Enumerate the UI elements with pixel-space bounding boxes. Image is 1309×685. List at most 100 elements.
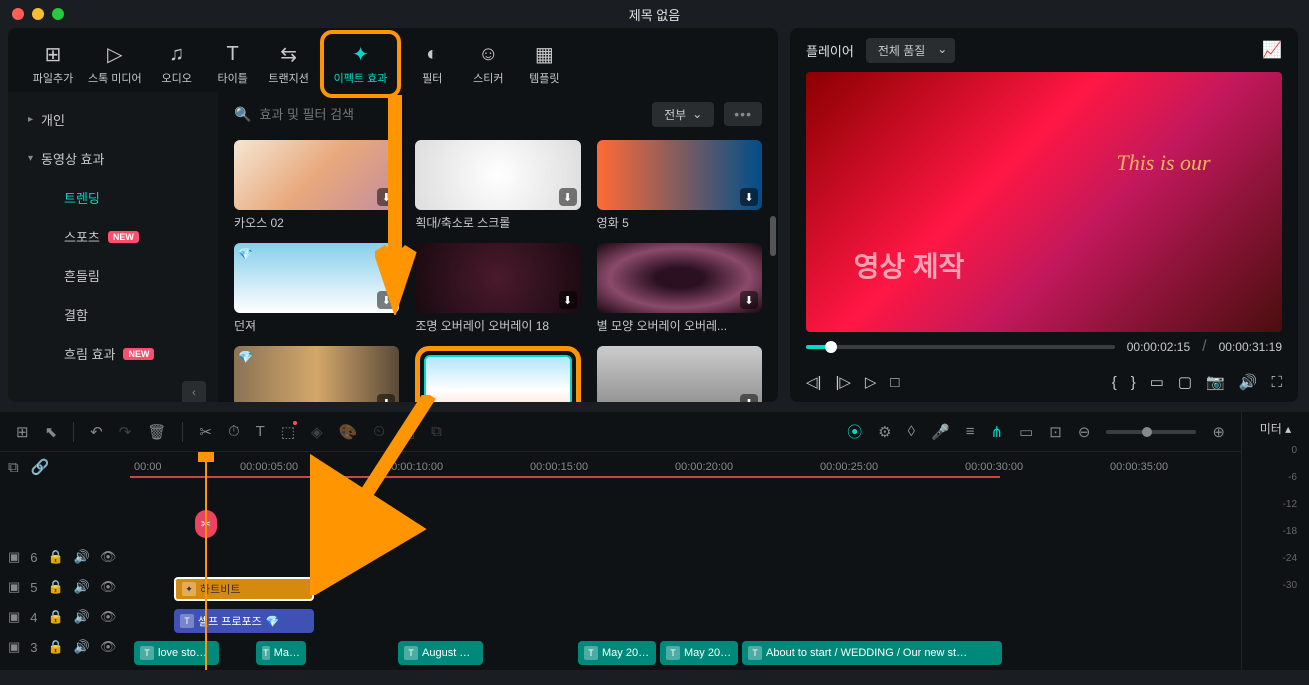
sidebar-item-shake[interactable]: 흔들림 <box>8 256 218 295</box>
video-preview[interactable]: This is our 영상 제작 <box>806 72 1282 332</box>
download-icon[interactable]: ⬇ <box>740 188 758 206</box>
effect-card[interactable]: ⬇ 영화 5 <box>597 140 762 231</box>
mute-icon[interactable]: 🔊 <box>74 579 90 595</box>
progress-bar[interactable] <box>806 345 1115 349</box>
crop-button[interactable]: ⬚ <box>281 423 295 441</box>
download-icon[interactable]: ⬇ <box>377 188 395 206</box>
mute-icon[interactable]: 🔊 <box>74 639 90 655</box>
mute-icon[interactable]: 🔊 <box>74 549 90 565</box>
link-icon[interactable]: 🔗 <box>31 458 50 476</box>
color-button[interactable]: ◈ <box>311 423 323 441</box>
layers-icon[interactable]: ⧉ <box>8 459 19 476</box>
more-button[interactable]: ••• <box>724 102 762 126</box>
frame-button[interactable]: ▣ <box>401 423 415 441</box>
clip[interactable]: TAugust … <box>398 641 483 665</box>
zoom-in-button[interactable]: ⊕ <box>1212 423 1225 441</box>
play-button[interactable]: ▷ <box>865 373 877 391</box>
timeline-ruler[interactable]: 00:00 00:00:05:00 00:00:10:00 00:00:15:0… <box>130 452 1241 482</box>
lock-icon[interactable]: 🔒 <box>48 639 64 655</box>
clip[interactable]: TMa… <box>256 641 306 665</box>
download-icon[interactable]: ⬇ <box>559 188 577 206</box>
monitor-button[interactable]: ▭ <box>1019 423 1033 441</box>
search-input[interactable] <box>259 107 642 122</box>
scrollbar-thumb[interactable] <box>770 216 776 256</box>
tab-audio[interactable]: ♫ 오디오 <box>152 36 202 92</box>
redo-button[interactable]: ↷ <box>119 423 132 441</box>
fit-button[interactable]: ⊡ <box>1049 423 1062 441</box>
tab-filters[interactable]: ◐ 필터 <box>407 36 457 92</box>
mic-button[interactable]: 🎤 <box>931 423 950 441</box>
playhead-head[interactable] <box>198 452 214 462</box>
clip[interactable]: TMay 20… <box>578 641 656 665</box>
effect-card[interactable]: ⬇ 수평 열기 <box>597 346 762 402</box>
eye-icon[interactable]: 👁 <box>100 639 117 655</box>
tab-titles[interactable]: T 타이틀 <box>208 36 258 92</box>
tab-templates[interactable]: ▦ 템플릿 <box>519 36 569 92</box>
effect-card[interactable]: ⬇ 별 모양 오버레이 오버레... <box>597 243 762 334</box>
group-button[interactable]: ⧉ <box>431 423 442 440</box>
filter-dropdown[interactable]: 전부 ⌄ <box>652 102 714 127</box>
marker-button[interactable]: ◊ <box>908 423 915 440</box>
lock-icon[interactable]: 🔒 <box>48 549 64 565</box>
zoom-slider[interactable] <box>1106 430 1196 434</box>
track-row[interactable]: ✦ 하트비트 <box>130 574 1241 604</box>
minimize-window-button[interactable] <box>32 8 44 20</box>
mute-icon[interactable]: 🔊 <box>74 609 90 625</box>
sidebar-item-blur[interactable]: 흐림 효과 NEW <box>8 334 218 373</box>
sidebar-item-glitch[interactable]: 결함 <box>8 295 218 334</box>
prev-frame-button[interactable]: ◁| <box>806 373 821 391</box>
eye-icon[interactable]: 👁 <box>100 609 117 625</box>
clip[interactable]: TMay 20… <box>660 641 738 665</box>
adjust-button[interactable]: ⚙ <box>878 423 891 441</box>
eye-icon[interactable]: 👁 <box>100 549 117 565</box>
cursor-icon[interactable]: ⬉ <box>45 423 58 441</box>
speed-button[interactable]: ⏱ <box>228 423 240 440</box>
snapshot-icon[interactable]: 📷 <box>1206 373 1225 391</box>
zoom-out-button[interactable]: ⊖ <box>1078 423 1091 441</box>
brace-open-icon[interactable]: { <box>1112 374 1117 391</box>
clip[interactable]: TAbout to start / WEDDING / Our new st… <box>742 641 1002 665</box>
eye-icon[interactable]: 👁 <box>100 579 117 595</box>
effect-card[interactable]: ⬇ 카오스 02 <box>234 140 399 231</box>
next-frame-button[interactable]: |▷ <box>835 373 850 391</box>
progress-handle[interactable] <box>825 341 837 353</box>
ai-button[interactable]: ⦿ <box>847 421 862 442</box>
effect-card[interactable]: ⬇ 획대/축소로 스크롤 <box>415 140 580 231</box>
download-icon[interactable]: ⬇ <box>740 291 758 309</box>
palette-button[interactable]: 🎨 <box>339 423 358 441</box>
meter-label[interactable]: 미터 ▴ <box>1250 420 1301 437</box>
timer-button[interactable]: ⏲ <box>373 423 385 440</box>
cut-button[interactable]: ✂ <box>199 423 212 441</box>
quality-dropdown[interactable]: 전체 품질 <box>866 38 956 63</box>
sidebar-item-sports[interactable]: 스포츠 NEW <box>8 217 218 256</box>
stop-button[interactable]: □ <box>890 374 899 391</box>
maximize-window-button[interactable] <box>52 8 64 20</box>
tab-stock-media[interactable]: ▷ 스톡 미디어 <box>84 36 146 92</box>
effect-card[interactable]: ⬇ 조명 오버레이 오버레이 18 <box>415 243 580 334</box>
delete-button[interactable]: 🗑 <box>147 423 166 441</box>
compare-icon[interactable]: ▢ <box>1178 373 1192 391</box>
track-row[interactable] <box>130 542 1241 572</box>
sidebar-item-trending[interactable]: 트렌딩 <box>8 178 218 217</box>
lock-icon[interactable]: 🔒 <box>48 609 64 625</box>
clip-self-propose[interactable]: T 셀프 프로포즈 💎 <box>174 609 314 633</box>
volume-icon[interactable]: 🔊 <box>1239 373 1258 391</box>
track-row[interactable]: T 셀프 프로포즈 💎 <box>130 606 1241 636</box>
sidebar-item-video-effects[interactable]: ▾ 동영상 효과 <box>8 139 218 178</box>
tracks-area[interactable]: 00:00 00:00:05:00 00:00:10:00 00:00:15:0… <box>130 452 1241 670</box>
undo-button[interactable]: ↶ <box>90 423 103 441</box>
sidebar-item-personal[interactable]: ▸ 개인 <box>8 100 218 139</box>
chart-icon[interactable]: 📈 <box>1262 40 1282 60</box>
tab-transitions[interactable]: ⇆ 트랜지션 <box>264 36 314 92</box>
close-window-button[interactable] <box>12 8 24 20</box>
lock-icon[interactable]: 🔒 <box>48 579 64 595</box>
fullscreen-icon[interactable]: ⛶ <box>1271 374 1282 391</box>
text-button[interactable]: T <box>256 423 265 440</box>
grid-icon[interactable]: ⊞ <box>16 423 29 441</box>
track-row[interactable]: Tlove sto… TMa… TAugust … TMay 20… TMay … <box>130 638 1241 668</box>
tab-stickers[interactable]: ☺ 스티커 <box>463 36 513 92</box>
clip-heartbeat[interactable]: ✦ 하트비트 <box>174 577 314 601</box>
tab-effects[interactable]: ✦ 이펙트 효과 <box>320 30 402 98</box>
collapse-sidebar-button[interactable]: ‹ <box>182 381 206 402</box>
list-button[interactable]: ≡ <box>966 423 975 440</box>
